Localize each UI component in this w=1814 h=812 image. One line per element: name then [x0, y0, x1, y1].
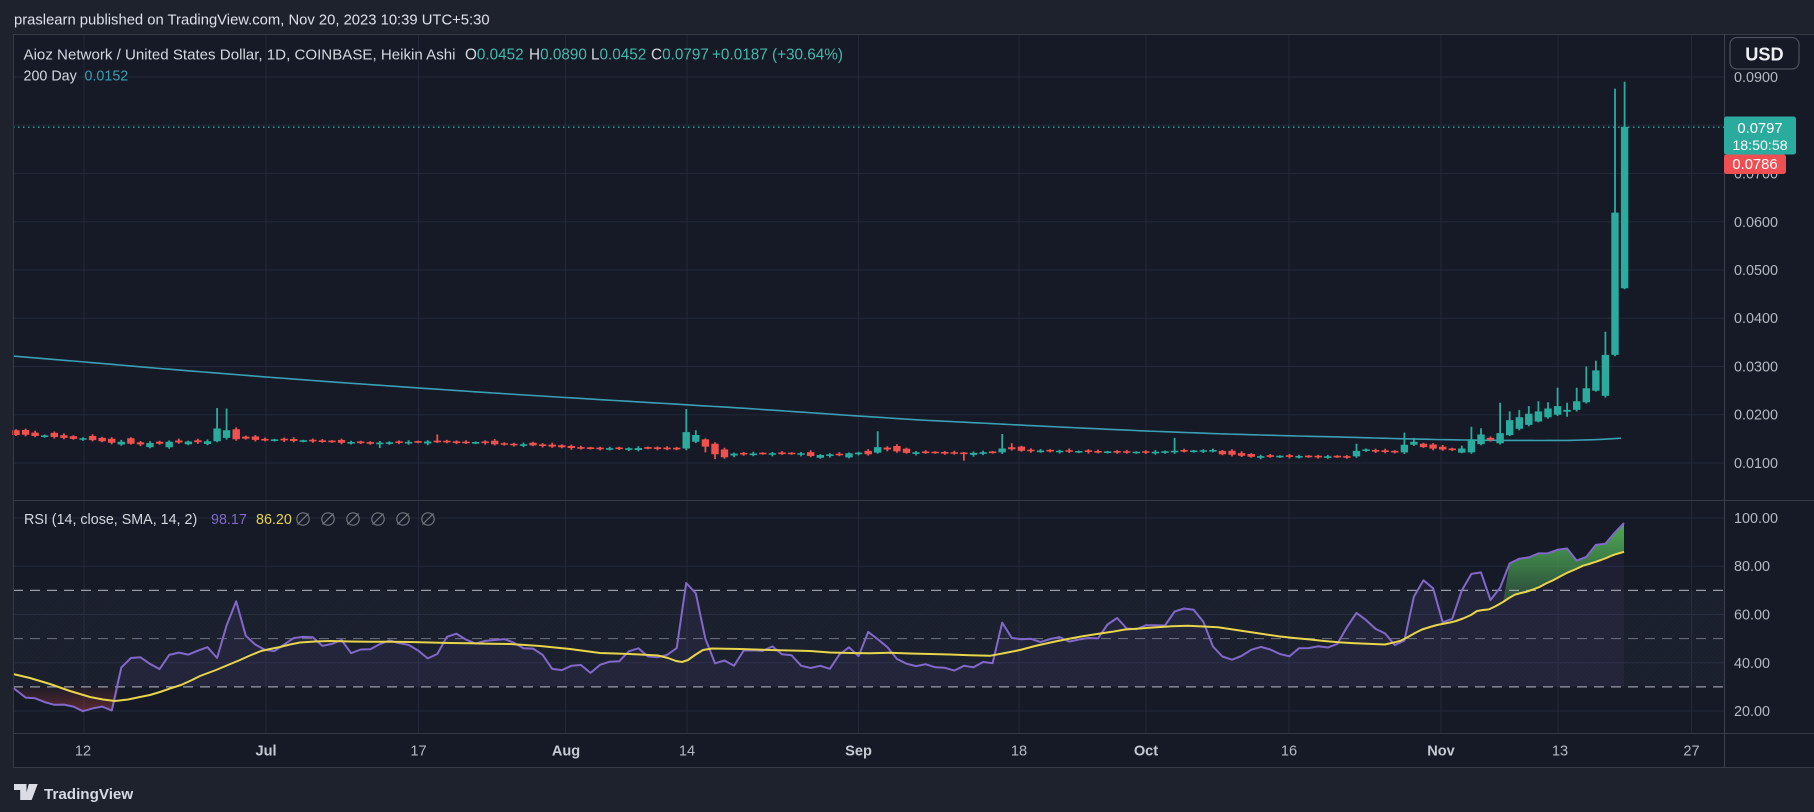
svg-text:0.0100: 0.0100 [1734, 456, 1778, 472]
svg-text:98.17: 98.17 [211, 512, 247, 528]
svg-text:Nov: Nov [1427, 744, 1455, 760]
svg-text:18:50:58: 18:50:58 [1732, 138, 1787, 154]
svg-text:0.0900: 0.0900 [1734, 70, 1778, 86]
svg-text:20.00: 20.00 [1734, 704, 1770, 720]
svg-text:17: 17 [410, 744, 426, 760]
svg-text:Oct: Oct [1134, 744, 1158, 760]
svg-text:Aug: Aug [552, 744, 580, 760]
svg-text:100.00: 100.00 [1734, 511, 1778, 527]
svg-text:0.0152: 0.0152 [85, 69, 129, 85]
svg-text:TradingView: TradingView [44, 786, 133, 803]
svg-text:C0.0797: C0.0797 [651, 47, 709, 64]
svg-text:praslearn published on Trading: praslearn published on TradingView.com, … [14, 13, 490, 29]
svg-text:0.0300: 0.0300 [1734, 360, 1778, 376]
svg-text:L0.0452: L0.0452 [591, 47, 646, 64]
svg-text:0.0400: 0.0400 [1734, 311, 1778, 327]
svg-text:Aioz Network / United States D: Aioz Network / United States Dollar, 1D,… [24, 47, 456, 64]
svg-text:86.20: 86.20 [256, 512, 292, 528]
svg-text:200 Day: 200 Day [24, 69, 78, 85]
svg-text:14: 14 [679, 744, 695, 760]
svg-text:0.0600: 0.0600 [1734, 215, 1778, 231]
svg-text:0.0200: 0.0200 [1734, 408, 1778, 424]
svg-text:40.00: 40.00 [1734, 656, 1770, 672]
svg-text:80.00: 80.00 [1734, 559, 1770, 575]
svg-text:0.0797: 0.0797 [1737, 121, 1782, 137]
svg-text:+0.0187 (+30.64%): +0.0187 (+30.64%) [712, 47, 843, 64]
svg-text:0.0500: 0.0500 [1734, 263, 1778, 279]
svg-text:18: 18 [1011, 744, 1027, 760]
svg-text:0.0786: 0.0786 [1732, 157, 1777, 173]
svg-text:27: 27 [1683, 744, 1699, 760]
svg-text:H0.0890: H0.0890 [529, 47, 587, 64]
svg-text:O0.0452: O0.0452 [465, 47, 524, 64]
svg-text:13: 13 [1552, 744, 1568, 760]
svg-text:60.00: 60.00 [1734, 608, 1770, 624]
svg-text:Jul: Jul [255, 744, 276, 760]
svg-text:16: 16 [1281, 744, 1297, 760]
svg-text:RSI (14, close, SMA, 14, 2): RSI (14, close, SMA, 14, 2) [24, 512, 197, 528]
svg-text:Sep: Sep [845, 744, 872, 760]
svg-text:USD: USD [1745, 45, 1783, 65]
svg-text:12: 12 [75, 744, 91, 760]
